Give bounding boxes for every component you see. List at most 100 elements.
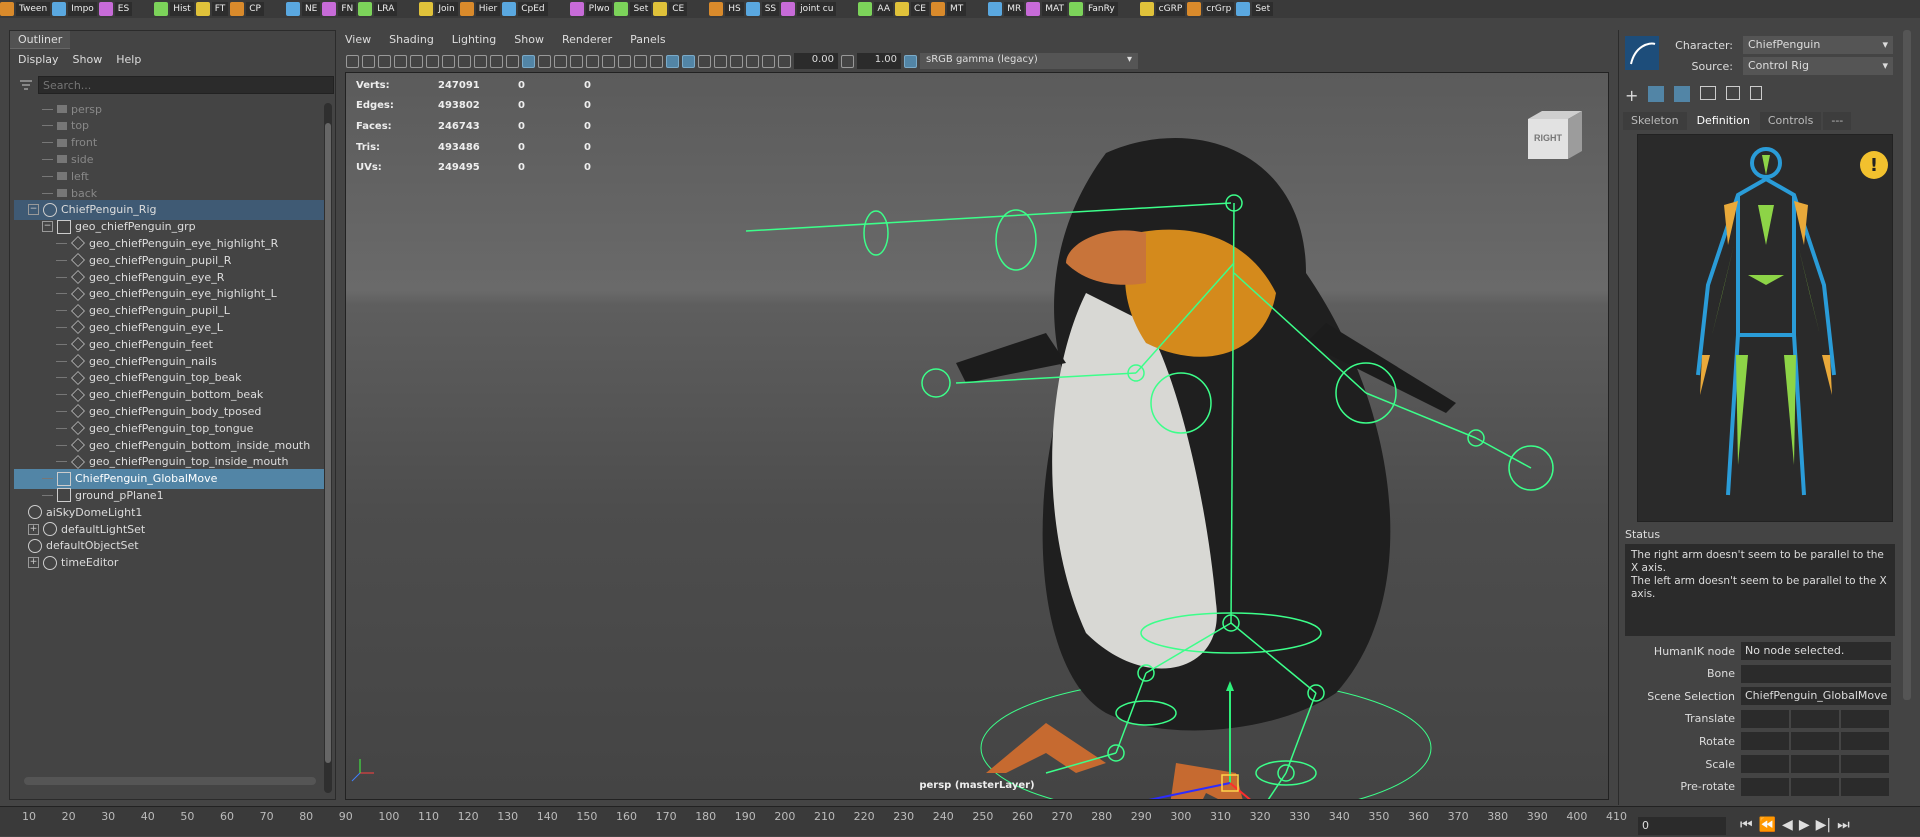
viewport-toolbar-button[interactable] (714, 54, 727, 68)
shelf-button[interactable]: FT (195, 1, 229, 17)
shelf-button[interactable]: CP (230, 1, 264, 17)
viewcube[interactable]: RIGHT (1524, 109, 1584, 163)
viewport-toolbar-button[interactable] (682, 54, 695, 68)
shelf-button[interactable]: HS (709, 1, 744, 17)
shelf-button[interactable]: cGRP (1139, 1, 1186, 17)
shelf-button[interactable]: Hist (154, 1, 194, 17)
shelf-button[interactable]: MAT (1026, 1, 1067, 17)
viewport-toolbar-button[interactable] (650, 54, 663, 68)
property-value[interactable]: No node selected. (1741, 642, 1891, 660)
viewport-toolbar-button[interactable] (442, 54, 455, 68)
viewport-toolbar-button[interactable] (634, 54, 647, 68)
viewport-toolbar-button[interactable] (490, 54, 503, 68)
vector-field[interactable] (1791, 709, 1839, 728)
viewport-toolbar-button[interactable] (522, 54, 535, 68)
character-dropdown[interactable]: ChiefPenguin ▾ (1743, 36, 1893, 54)
play-icon[interactable]: ▶ (1799, 817, 1810, 833)
shelf-button[interactable]: Set (614, 1, 652, 17)
outliner-horizontal-scrollbar[interactable] (24, 777, 316, 785)
shelf-button[interactable]: SS (745, 1, 780, 17)
viewport-toolbar-button[interactable] (426, 54, 439, 68)
outliner-tab[interactable]: Outliner (10, 31, 71, 49)
go-to-end-icon[interactable]: ⏭ (1837, 817, 1850, 833)
step-back-icon[interactable]: ◀ (1782, 817, 1793, 833)
viewport-toolbar-button[interactable] (762, 54, 775, 68)
shelf-button[interactable]: Tween (0, 1, 51, 17)
vector-field[interactable] (1741, 709, 1789, 728)
search-input[interactable] (38, 76, 334, 94)
source-dropdown[interactable]: Control Rig ▾ (1743, 57, 1893, 75)
shelf-button[interactable]: CE (653, 1, 688, 17)
folder-icon[interactable] (1700, 86, 1717, 100)
menu-show[interactable]: Show (73, 53, 103, 67)
vector-field[interactable] (1791, 755, 1839, 773)
viewport-toolbar-button[interactable] (746, 54, 759, 68)
expand-toggle-icon[interactable]: + (28, 557, 39, 569)
viewport-toolbar-button[interactable] (378, 54, 391, 68)
viewport-toolbar-button[interactable] (506, 54, 519, 68)
viewport-toolbar-button[interactable] (730, 54, 743, 68)
shelf-button[interactable]: FN (322, 1, 357, 17)
menu-lighting[interactable]: Lighting (452, 33, 496, 51)
step-back-key-icon[interactable]: ⏪ (1759, 817, 1776, 833)
shelf-button[interactable]: MR (988, 1, 1025, 17)
shelf-button[interactable]: LRA (358, 1, 398, 17)
vector-field[interactable] (1841, 709, 1889, 728)
viewport-toolbar-button[interactable] (586, 54, 599, 68)
tab-skeleton[interactable]: Skeleton (1623, 112, 1687, 130)
outliner-item[interactable]: + timeEditor (14, 553, 324, 573)
mirror-icon[interactable] (1674, 86, 1691, 102)
vector-field[interactable] (1791, 732, 1839, 751)
filter-icon[interactable] (18, 77, 34, 93)
go-to-start-icon[interactable]: ⏮ (1740, 817, 1753, 833)
scene-render[interactable] (346, 73, 1609, 800)
shelf-button[interactable]: Plwo (569, 1, 613, 17)
shelf-button[interactable]: CpEd (502, 1, 548, 17)
save-icon[interactable] (1726, 86, 1741, 100)
lock-icon[interactable] (1648, 86, 1665, 102)
property-value[interactable] (1741, 664, 1891, 683)
viewport-toolbar-button[interactable] (618, 54, 631, 68)
vector-field[interactable] (1841, 755, 1889, 773)
vector-field[interactable] (1741, 732, 1789, 751)
menu-help[interactable]: Help (116, 53, 141, 67)
shelf-button[interactable]: FanRy (1069, 1, 1118, 17)
tab-controls[interactable]: Controls (1759, 112, 1822, 130)
viewport-3d[interactable]: Verts: 247091 0 0 Edges: 493802 0 0 Faces: 246743… (345, 72, 1609, 800)
viewport-toolbar-button[interactable] (538, 54, 551, 68)
shelf-button[interactable]: crGrp (1187, 1, 1235, 17)
shelf-button[interactable]: AA (858, 1, 893, 17)
viewport-toolbar-button[interactable] (778, 54, 791, 68)
step-forward-icon[interactable]: ▶| (1816, 817, 1831, 833)
menu-renderer[interactable]: Renderer (562, 33, 612, 51)
exposure-field[interactable]: 0.00 (794, 53, 838, 69)
expand-toggle-icon[interactable]: − (28, 204, 39, 216)
shelf-button[interactable]: Impo (52, 1, 97, 17)
shelf-button[interactable]: ES (98, 1, 133, 17)
outliner-vertical-scrollbar[interactable] (324, 103, 332, 793)
expand-toggle-icon[interactable]: + (28, 523, 39, 535)
property-value[interactable]: ChiefPenguin_GlobalMove (1741, 687, 1891, 706)
character-definition-figure[interactable]: ! (1637, 134, 1893, 522)
vector-field[interactable] (1841, 777, 1889, 796)
menu-view[interactable]: View (345, 33, 371, 51)
shelf-button[interactable]: Set (1236, 1, 1274, 17)
viewport-toolbar-button[interactable] (474, 54, 487, 68)
shelf-button[interactable]: MT (930, 1, 967, 17)
expand-toggle-icon[interactable]: − (42, 221, 53, 233)
colorspace-dropdown[interactable]: sRGB gamma (legacy) ▾ (920, 53, 1138, 69)
vector-field[interactable] (1741, 777, 1789, 796)
shelf-button[interactable]: Join (419, 1, 458, 17)
shelf-button[interactable]: joint cu (781, 1, 837, 17)
gamma-field[interactable]: 1.00 (857, 53, 901, 69)
viewport-toolbar-button[interactable] (458, 54, 471, 68)
vector-field[interactable] (1841, 732, 1889, 751)
viewport-toolbar-button[interactable] (346, 54, 359, 68)
viewport-toolbar-button[interactable] (362, 54, 375, 68)
viewport-toolbar-button[interactable] (841, 54, 854, 68)
viewport-toolbar-button[interactable] (554, 54, 567, 68)
viewport-toolbar-button[interactable] (666, 54, 679, 68)
vector-field[interactable] (1741, 755, 1789, 773)
viewport-toolbar-button[interactable] (602, 54, 615, 68)
viewport-toolbar-button[interactable] (410, 54, 423, 68)
